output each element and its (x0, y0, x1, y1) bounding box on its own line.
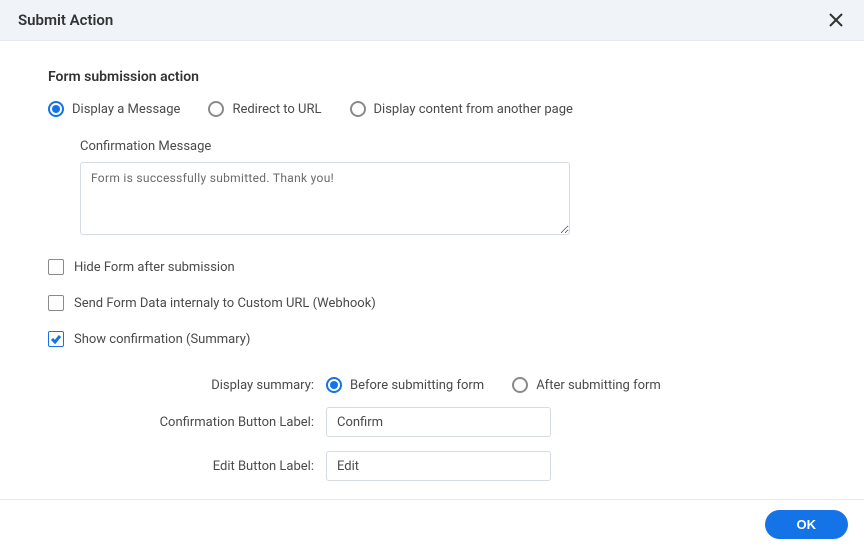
confirmation-message-section: Confirmation Message (80, 139, 824, 239)
radio-icon (350, 101, 366, 117)
dialog-header: Submit Action (0, 0, 864, 41)
checkbox-show-confirmation[interactable]: Show confirmation (Summary) (48, 331, 824, 347)
confirmation-button-label-input[interactable] (326, 407, 551, 437)
display-summary-label: Display summary: (48, 378, 326, 393)
display-summary-radios: Before submitting form After submitting … (326, 377, 661, 393)
radio-display-content[interactable]: Display content from another page (350, 101, 573, 117)
confirmation-message-input[interactable] (80, 162, 570, 235)
radio-label: Before submitting form (350, 378, 484, 393)
radio-icon (208, 101, 224, 117)
edit-button-label-text: Edit Button Label: (48, 459, 326, 474)
confirmation-button-label-row: Confirmation Button Label: (48, 407, 824, 437)
confirmation-message-label: Confirmation Message (80, 139, 824, 154)
radio-label: Redirect to URL (232, 102, 321, 117)
section-title: Form submission action (48, 69, 824, 85)
action-radio-group: Display a Message Redirect to URL Displa… (48, 101, 824, 117)
radio-icon (326, 377, 342, 393)
radio-display-message[interactable]: Display a Message (48, 101, 180, 117)
radio-before-submitting[interactable]: Before submitting form (326, 377, 484, 393)
checkbox-label: Show confirmation (Summary) (74, 332, 250, 347)
close-button[interactable] (826, 10, 846, 30)
ok-button[interactable]: OK (765, 510, 849, 539)
close-icon (828, 12, 844, 28)
dialog-footer: OK (0, 499, 864, 549)
checkbox-label: Send Form Data internaly to Custom URL (… (74, 296, 376, 311)
checkbox-icon (48, 331, 64, 347)
summary-section: Display summary: Before submitting form … (48, 377, 824, 481)
checkbox-hide-form[interactable]: Hide Form after submission (48, 259, 824, 275)
checkbox-icon (48, 259, 64, 275)
edit-button-label-row: Edit Button Label: (48, 451, 824, 481)
checkbox-webhook[interactable]: Send Form Data internaly to Custom URL (… (48, 295, 824, 311)
radio-after-submitting[interactable]: After submitting form (512, 377, 661, 393)
radio-redirect-url[interactable]: Redirect to URL (208, 101, 321, 117)
radio-label: Display a Message (72, 102, 180, 117)
checkbox-icon (48, 295, 64, 311)
checkbox-label: Hide Form after submission (74, 260, 235, 275)
radio-icon (512, 377, 528, 393)
radio-icon (48, 101, 64, 117)
radio-label: After submitting form (536, 378, 661, 393)
radio-label: Display content from another page (374, 102, 573, 117)
edit-button-label-input[interactable] (326, 451, 551, 481)
dialog-content: Form submission action Display a Message… (0, 41, 864, 515)
display-summary-row: Display summary: Before submitting form … (48, 377, 824, 393)
dialog-title: Submit Action (18, 11, 113, 29)
confirmation-button-label-text: Confirmation Button Label: (48, 415, 326, 430)
